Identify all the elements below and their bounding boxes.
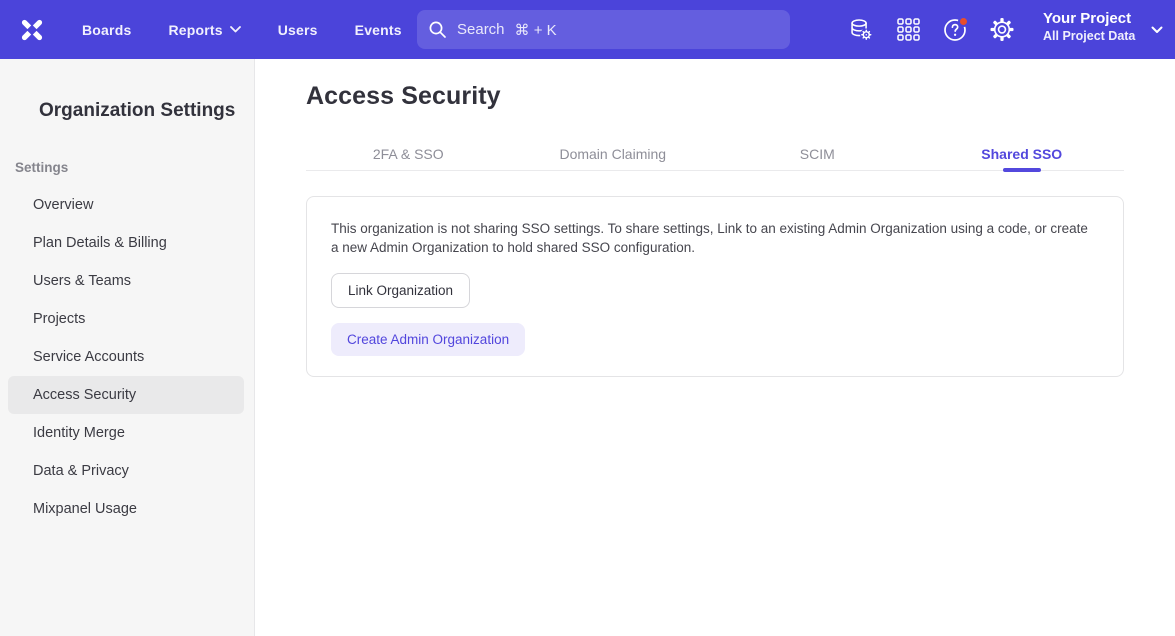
nav-item-boards[interactable]: Boards <box>82 22 131 38</box>
sidebar-item-access-security[interactable]: Access Security <box>8 376 244 414</box>
tab-bar: 2FA & SSO Domain Claiming SCIM Shared SS… <box>306 140 1124 171</box>
sidebar-item-data-privacy[interactable]: Data & Privacy <box>0 452 254 490</box>
data-management-icon <box>849 17 873 42</box>
tab-label: 2FA & SSO <box>373 146 444 162</box>
sidebar-item-projects[interactable]: Projects <box>0 300 254 338</box>
help-button[interactable] <box>943 18 967 42</box>
shared-sso-description: This organization is not sharing SSO set… <box>331 219 1093 257</box>
chevron-down-icon <box>1151 26 1163 34</box>
project-scope: All Project Data <box>1043 28 1135 44</box>
nav-icon-cluster <box>849 0 1014 59</box>
tab-2fa-sso[interactable]: 2FA & SSO <box>306 140 511 170</box>
sidebar-item-identity-merge[interactable]: Identity Merge <box>0 414 254 452</box>
nav-item-reports[interactable]: Reports <box>168 22 240 38</box>
project-switcher[interactable]: Your Project All Project Data <box>1043 9 1163 44</box>
chevron-down-icon <box>230 26 241 33</box>
main-content: Access Security 2FA & SSO Domain Claimin… <box>256 59 1175 636</box>
sidebar-item-users-teams[interactable]: Users & Teams <box>0 262 254 300</box>
search-placeholder: Search <box>457 21 505 39</box>
link-organization-button[interactable]: Link Organization <box>331 273 470 308</box>
sidebar-title: Organization Settings <box>39 100 235 122</box>
sidebar-section-label: Settings <box>15 160 68 175</box>
nav-menu: Boards Reports Users Events <box>82 22 402 38</box>
search-shortcut: ⌘ + K <box>515 21 557 39</box>
tab-scim[interactable]: SCIM <box>715 140 920 170</box>
project-name: Your Project <box>1043 9 1135 28</box>
search-input[interactable]: Search ⌘ + K <box>417 10 790 49</box>
sidebar-item-overview[interactable]: Overview <box>0 186 254 224</box>
nav-item-users[interactable]: Users <box>278 22 318 38</box>
apps-grid-button[interactable] <box>896 18 920 42</box>
nav-item-label: Events <box>355 22 402 38</box>
tab-domain-claiming[interactable]: Domain Claiming <box>511 140 716 170</box>
mixpanel-logo-icon <box>18 16 46 44</box>
sidebar-item-mixpanel-usage[interactable]: Mixpanel Usage <box>0 490 254 528</box>
data-management-button[interactable] <box>849 18 873 42</box>
sidebar-item-plan-details-billing[interactable]: Plan Details & Billing <box>0 224 254 262</box>
settings-gear-icon <box>990 17 1014 42</box>
nav-item-label: Reports <box>168 22 222 38</box>
nav-item-label: Boards <box>82 22 131 38</box>
mixpanel-logo[interactable] <box>17 15 47 45</box>
tab-shared-sso[interactable]: Shared SSO <box>920 140 1125 170</box>
page-title: Access Security <box>306 82 501 111</box>
notification-badge <box>958 16 969 27</box>
tab-label: Domain Claiming <box>559 146 666 162</box>
tab-label: Shared SSO <box>981 146 1062 162</box>
apps-grid-icon <box>897 18 920 41</box>
shared-sso-card: This organization is not sharing SSO set… <box>306 196 1124 377</box>
search-icon <box>428 20 447 39</box>
top-nav-bar: Boards Reports Users Events Search ⌘ + K <box>0 0 1175 59</box>
sidebar-item-service-accounts[interactable]: Service Accounts <box>0 338 254 376</box>
create-admin-organization-button[interactable]: Create Admin Organization <box>331 323 525 356</box>
settings-button[interactable] <box>990 18 1014 42</box>
active-tab-indicator <box>1003 168 1041 172</box>
settings-sidebar: Organization Settings Settings Overview … <box>0 59 255 636</box>
nav-item-label: Users <box>278 22 318 38</box>
tab-label: SCIM <box>800 146 835 162</box>
sidebar-list: Overview Plan Details & Billing Users & … <box>0 186 254 528</box>
nav-item-events[interactable]: Events <box>355 22 402 38</box>
